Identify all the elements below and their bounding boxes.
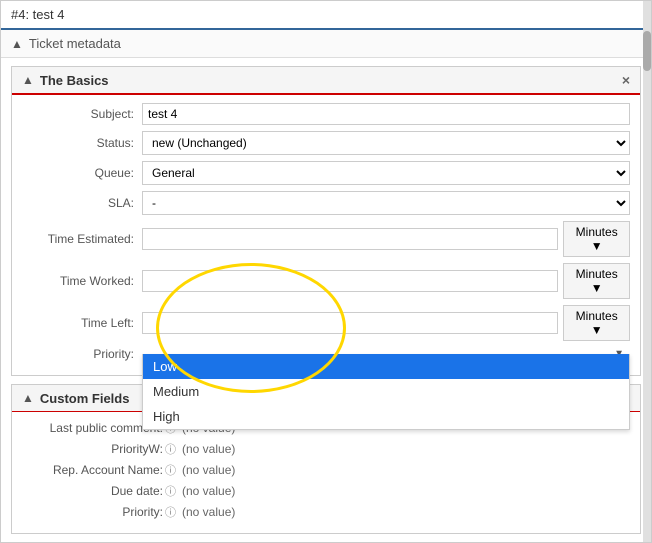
info-icon-priorityw: ⓘ <box>165 444 176 456</box>
custom-fields-label: Custom Fields <box>40 391 130 406</box>
priority-item-medium[interactable]: Medium <box>143 379 629 404</box>
cf-row-due-date: Due date:ⓘ (no value) <box>22 483 630 499</box>
sla-label: SLA: <box>22 196 142 210</box>
the-basics-expand-icon[interactable]: ▲ <box>22 73 34 87</box>
time-worked-minutes-button[interactable]: Minutes ▼ <box>563 263 630 299</box>
time-worked-label: Time Worked: <box>22 274 142 288</box>
cf-label-rep-account-name: Rep. Account Name:ⓘ <box>22 462 182 478</box>
subject-row: Subject: <box>22 103 630 125</box>
sla-select[interactable]: - <box>142 191 630 215</box>
priority-item-high[interactable]: High <box>143 404 629 429</box>
scrollbar[interactable] <box>643 1 651 542</box>
priority-label: Priority: <box>22 347 142 361</box>
cf-value-priorityw: (no value) <box>182 442 235 456</box>
cf-value-due-date: (no value) <box>182 484 235 498</box>
priority-item-low[interactable]: Low <box>143 354 629 379</box>
time-estimated-row: Time Estimated: Minutes ▼ <box>22 221 630 257</box>
queue-select[interactable]: General <box>142 161 630 185</box>
status-field-wrapper: new (Unchanged) <box>142 131 630 155</box>
the-basics-close-button[interactable]: × <box>622 72 630 88</box>
cf-row-rep-account-name: Rep. Account Name:ⓘ (no value) <box>22 462 630 478</box>
status-row: Status: new (Unchanged) <box>22 131 630 155</box>
time-left-field-wrapper: Minutes ▼ <box>142 305 630 341</box>
title-bar: #4: test 4 <box>1 1 651 30</box>
cf-row-priority: Priority:ⓘ (no value) <box>22 504 630 520</box>
queue-field-wrapper: General <box>142 161 630 185</box>
sla-row: SLA: - <box>22 191 630 215</box>
queue-label: Queue: <box>22 166 142 180</box>
time-left-minutes-button[interactable]: Minutes ▼ <box>563 305 630 341</box>
time-left-label: Time Left: <box>22 316 142 330</box>
priority-row: Priority: Low Medium High Low Medium Hig… <box>22 347 630 361</box>
time-left-input[interactable] <box>142 312 558 334</box>
status-select[interactable]: new (Unchanged) <box>142 131 630 155</box>
cf-value-rep-account-name: (no value) <box>182 463 235 477</box>
ticket-metadata-section[interactable]: ▲ Ticket metadata <box>1 30 651 58</box>
cf-label-priorityw: PriorityW:ⓘ <box>22 441 182 457</box>
time-worked-input[interactable] <box>142 270 558 292</box>
info-icon-due-date: ⓘ <box>165 486 176 498</box>
cf-value-priority: (no value) <box>182 505 235 519</box>
cf-row-priorityw: PriorityW:ⓘ (no value) <box>22 441 630 457</box>
time-estimated-label: Time Estimated: <box>22 232 142 246</box>
the-basics-body: Subject: Status: new (Unchanged) Queue: <box>12 95 640 375</box>
scrollbar-thumb[interactable] <box>643 31 651 71</box>
sla-field-wrapper: - <box>142 191 630 215</box>
priority-dropdown-open: Low Medium High <box>142 354 630 430</box>
time-estimated-field-wrapper: Minutes ▼ <box>142 221 630 257</box>
custom-fields-expand-icon[interactable]: ▲ <box>22 391 34 405</box>
custom-fields-body: Last public comment:ⓘ (no value) Priorit… <box>12 412 640 533</box>
time-estimated-minutes-button[interactable]: Minutes ▼ <box>563 221 630 257</box>
cf-label-priority: Priority:ⓘ <box>22 504 182 520</box>
ticket-metadata-expand-icon[interactable]: ▲ <box>11 37 23 51</box>
ticket-metadata-label: Ticket metadata <box>29 36 121 51</box>
time-worked-field-wrapper: Minutes ▼ <box>142 263 630 299</box>
main-window: #4: test 4 ▲ Ticket metadata ▲ The Basic… <box>0 0 652 543</box>
time-worked-row: Time Worked: Minutes ▼ <box>22 263 630 299</box>
time-estimated-input[interactable] <box>142 228 558 250</box>
cf-label-due-date: Due date:ⓘ <box>22 483 182 499</box>
window-title: #4: test 4 <box>11 7 64 22</box>
the-basics-header: ▲ The Basics × <box>12 67 640 95</box>
time-left-row: Time Left: Minutes ▼ <box>22 305 630 341</box>
queue-row: Queue: General <box>22 161 630 185</box>
status-label: Status: <box>22 136 142 150</box>
the-basics-label: The Basics <box>40 73 109 88</box>
subject-label: Subject: <box>22 107 142 121</box>
the-basics-section: ▲ The Basics × Subject: Status: new (Unc… <box>11 66 641 376</box>
subject-field-wrapper <box>142 103 630 125</box>
info-icon-priority: ⓘ <box>165 507 176 519</box>
info-icon-rep-account-name: ⓘ <box>165 465 176 477</box>
subject-input[interactable] <box>142 103 630 125</box>
